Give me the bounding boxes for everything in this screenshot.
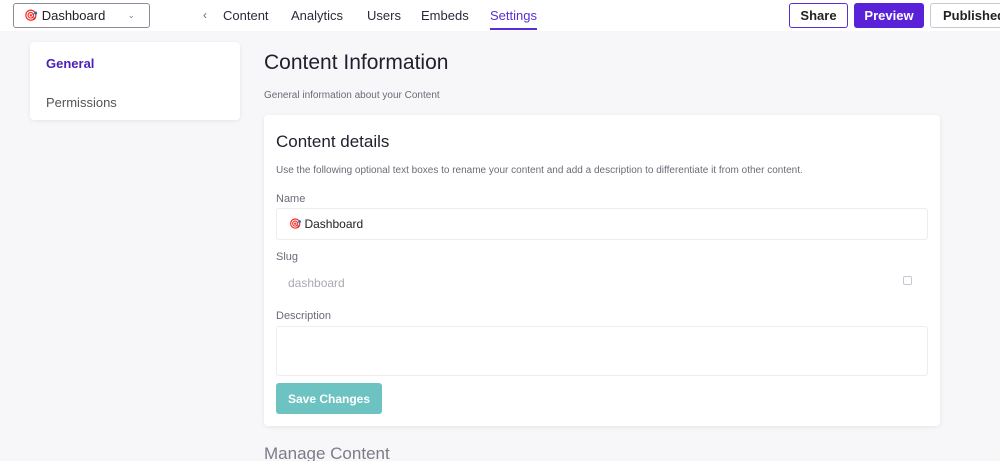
top-bar: 🎯 Dashboard ⌄ ‹ Content Analytics Users … bbox=[0, 0, 1000, 31]
tab-content[interactable]: Content bbox=[223, 0, 269, 31]
description-field[interactable] bbox=[276, 326, 928, 376]
copy-icon[interactable] bbox=[903, 276, 912, 285]
name-field[interactable]: 🎯 Dashboard bbox=[276, 208, 928, 240]
page-subtitle: General information about your Content bbox=[264, 90, 440, 101]
description-label: Description bbox=[276, 310, 332, 322]
target-emoji-icon: 🎯 bbox=[24, 10, 38, 22]
slug-field[interactable]: dashboard bbox=[276, 267, 928, 299]
manage-content-heading: Manage Content bbox=[264, 444, 390, 461]
share-button[interactable]: Share bbox=[789, 3, 848, 28]
target-emoji-icon: 🎯 bbox=[289, 218, 302, 230]
page-title: Content Information bbox=[264, 51, 449, 74]
tab-users[interactable]: Users bbox=[367, 0, 401, 31]
card-title: Content details bbox=[276, 132, 390, 151]
card-description: Use the following optional text boxes to… bbox=[276, 165, 803, 176]
tab-embeds[interactable]: Embeds bbox=[421, 0, 469, 31]
tab-analytics[interactable]: Analytics bbox=[291, 0, 343, 31]
save-changes-button[interactable]: Save Changes bbox=[276, 383, 382, 414]
content-details-card: Content details Use the following option… bbox=[264, 115, 940, 426]
sidebar-item-general[interactable]: General bbox=[46, 56, 94, 71]
published-button[interactable]: Published bbox=[930, 3, 1000, 28]
preview-button[interactable]: Preview bbox=[854, 3, 924, 28]
chevron-left-icon[interactable]: ‹ bbox=[203, 8, 207, 22]
tab-settings[interactable]: Settings bbox=[490, 0, 537, 31]
sidebar-item-permissions[interactable]: Permissions bbox=[46, 95, 117, 110]
chevron-down-icon: ⌄ bbox=[127, 10, 135, 20]
name-label: Name bbox=[276, 193, 306, 205]
settings-sidebar: General Permissions bbox=[30, 42, 240, 120]
content-selector-label: Dashboard bbox=[41, 8, 106, 23]
slug-value: dashboard bbox=[288, 276, 345, 290]
name-value: Dashboard bbox=[304, 217, 364, 231]
slug-label: Slug bbox=[276, 251, 299, 263]
content-selector[interactable]: 🎯 Dashboard ⌄ bbox=[13, 3, 150, 28]
